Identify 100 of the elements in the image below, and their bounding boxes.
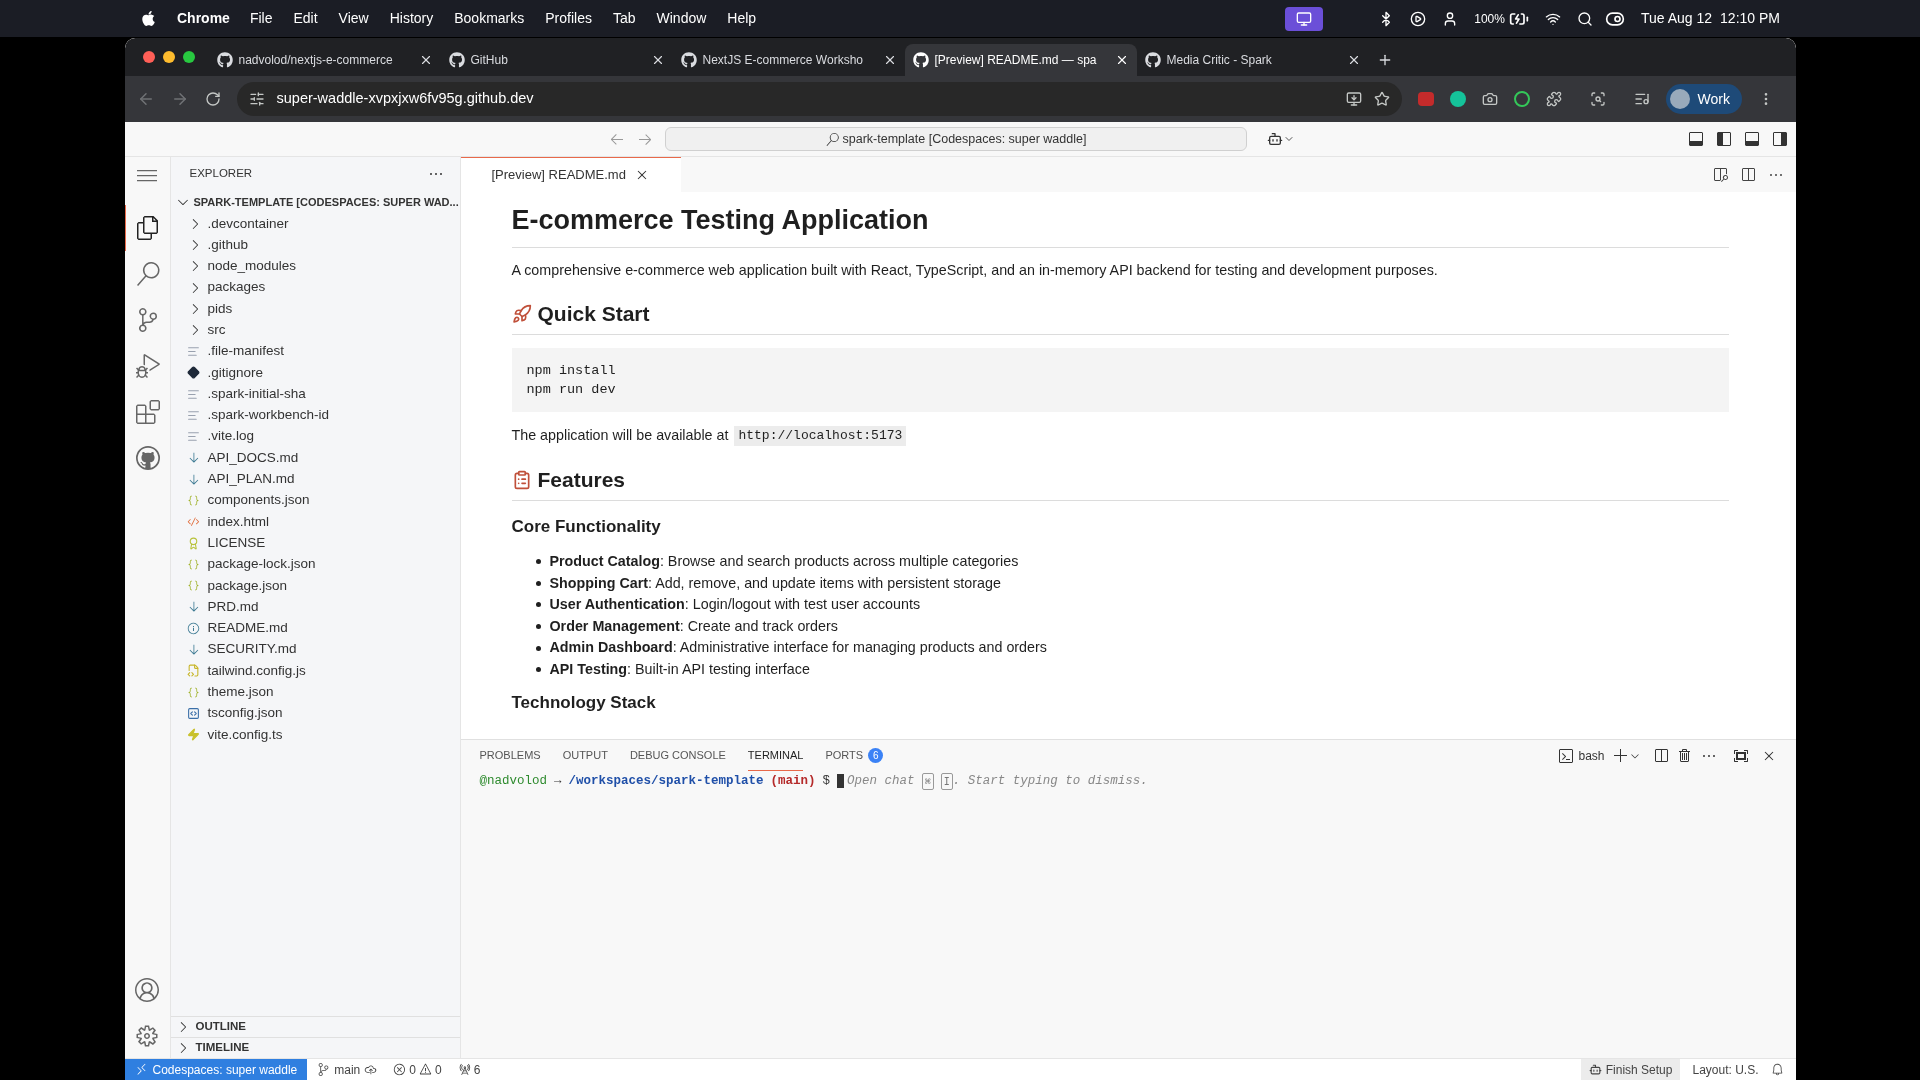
- extension-icon[interactable]: [1513, 91, 1530, 107]
- workspace-root[interactable]: SPARK-TEMPLATE [CODESPACES: SUPER WAD...: [170, 191, 460, 213]
- browser-tab[interactable]: GitHub: [440, 44, 673, 76]
- bullet-icon: [535, 667, 541, 673]
- tree-item[interactable]: index.html: [170, 511, 460, 533]
- tree-item[interactable]: PRD.md: [170, 596, 460, 618]
- github-icon: [136, 446, 160, 470]
- tree-item[interactable]: .spark-workbench-id: [170, 404, 460, 426]
- menu-item[interactable]: History: [389, 8, 434, 29]
- broadcast-icon: [457, 1063, 471, 1076]
- tree-item[interactable]: tailwind.config.js: [170, 660, 460, 682]
- browser-tab[interactable]: nadvolod/nextjs-e-commerce: [208, 44, 441, 76]
- tree-item[interactable]: README.md: [170, 617, 460, 639]
- tree-item[interactable]: API_PLAN.md: [170, 468, 460, 490]
- menu-item[interactable]: Edit: [293, 8, 318, 29]
- tree-item[interactable]: packages: [170, 276, 460, 299]
- branch-status[interactable]: main: [317, 1060, 361, 1079]
- search-icon[interactable]: [1576, 10, 1593, 27]
- add-icon[interactable]: [1612, 747, 1629, 764]
- install-icon[interactable]: [1345, 91, 1362, 107]
- bookmark-star-icon[interactable]: [1373, 91, 1390, 107]
- panel-tab[interactable]: OUTPUT: [562, 740, 608, 771]
- section-header[interactable]: OUTLINE: [170, 1016, 460, 1037]
- tree-item[interactable]: .vite.log: [170, 425, 460, 448]
- split-editor-icon[interactable]: [1739, 166, 1756, 183]
- menu-item[interactable]: Chrome: [177, 8, 230, 29]
- camera-icon[interactable]: [1481, 91, 1498, 107]
- finish-setup-button[interactable]: Finish Setup: [1580, 1059, 1681, 1080]
- browser-tab[interactable]: [Preview] README.md — spa: [904, 44, 1137, 76]
- menu-item[interactable]: File: [249, 8, 273, 29]
- editor-tab[interactable]: [Preview] README.md: [460, 157, 681, 192]
- menu-item[interactable]: Window: [656, 8, 707, 29]
- tree-item[interactable]: package-lock.json: [170, 553, 460, 576]
- terminal-profile-button[interactable]: bash: [1558, 746, 1605, 765]
- tree-item[interactable]: theme.json: [170, 681, 460, 703]
- tree-item[interactable]: .gitignore: [170, 362, 460, 384]
- address-bar[interactable]: super-waddle-xvpxjxw6fv95g.github.dev: [236, 82, 1402, 116]
- panel-tab[interactable]: DEBUG CONSOLE: [629, 740, 726, 771]
- tree-item[interactable]: LICENSE: [170, 532, 460, 554]
- ports-status[interactable]: 6: [457, 1060, 481, 1079]
- tree-item[interactable]: .file-manifest: [170, 340, 460, 363]
- apple-icon[interactable]: [140, 10, 157, 27]
- tree-item[interactable]: .devcontainer: [170, 213, 460, 235]
- github-icon: [912, 52, 929, 68]
- menu-item[interactable]: View: [338, 8, 369, 29]
- tree-item[interactable]: API_DOCS.md: [170, 447, 460, 469]
- open-source-icon[interactable]: [1711, 166, 1728, 183]
- minimize-window-icon[interactable]: [162, 51, 175, 63]
- menu-time[interactable]: 12:10 PM: [1720, 8, 1780, 29]
- maximize-icon[interactable]: [1732, 747, 1749, 764]
- extension-icon[interactable]: [1449, 91, 1466, 107]
- sync-icon[interactable]: [364, 1063, 378, 1076]
- list-item: User Authentication: Login/logout with test user accounts: [549, 595, 921, 615]
- account-icon[interactable]: [135, 978, 159, 1002]
- problems-status[interactable]: 0 0: [393, 1060, 442, 1079]
- tree-item[interactable]: src: [170, 319, 460, 341]
- remote-indicator[interactable]: Codespaces: super waddle: [124, 1059, 308, 1080]
- tree-item[interactable]: pids: [170, 298, 460, 320]
- tree-item[interactable]: node_modules: [170, 255, 460, 277]
- keyboard-layout[interactable]: Layout: U.S.: [1680, 1060, 1771, 1079]
- menu-item[interactable]: Tab: [612, 8, 636, 29]
- github-icon: [216, 52, 233, 68]
- menu-date[interactable]: Tue Aug 12: [1640, 8, 1713, 29]
- tree-item[interactable]: SECURITY.md: [170, 638, 460, 661]
- tree-item[interactable]: .github: [170, 234, 460, 256]
- tree-item[interactable]: components.json: [170, 489, 460, 512]
- command-center[interactable]: spark-template [Codespaces: super waddle]: [665, 127, 1247, 151]
- info-icon: [186, 621, 200, 635]
- sidebar-right-icon[interactable]: [1771, 131, 1788, 147]
- browser-tab[interactable]: NextJS E-commerce Worksho: [672, 44, 905, 76]
- tree-item[interactable]: tsconfig.json: [170, 702, 460, 725]
- sidebar-left-icon[interactable]: [1715, 131, 1732, 147]
- play-icon[interactable]: [1410, 10, 1427, 27]
- menu-item[interactable]: Profiles: [545, 8, 592, 29]
- close-window-icon[interactable]: [142, 51, 155, 63]
- screen-share-button[interactable]: [1285, 6, 1324, 31]
- browser-tab[interactable]: Media Critic - Spark: [1136, 44, 1369, 76]
- layout-icon[interactable]: [1687, 131, 1704, 147]
- profile-button[interactable]: Work: [1665, 84, 1742, 114]
- split-icon[interactable]: [1652, 747, 1669, 764]
- panel-toggle-icon[interactable]: [1743, 131, 1760, 147]
- settings-icon[interactable]: [135, 1024, 159, 1048]
- subheading: Core Functionality: [511, 516, 662, 539]
- menu-item[interactable]: Help: [727, 8, 757, 29]
- panel-tab[interactable]: TERMINAL: [747, 740, 804, 771]
- notifications-icon[interactable]: [1770, 1063, 1784, 1076]
- menu-item[interactable]: Bookmarks: [454, 8, 525, 29]
- reload-icon[interactable]: [204, 91, 221, 107]
- tree-item[interactable]: vite.config.ts: [170, 724, 460, 746]
- tree-item[interactable]: package.json: [170, 575, 460, 597]
- maximize-window-icon[interactable]: [182, 51, 195, 63]
- puzzle-icon[interactable]: [1545, 91, 1562, 107]
- lens-icon[interactable]: [1589, 91, 1606, 107]
- copilot-icon[interactable]: [1267, 131, 1283, 147]
- panel-tab[interactable]: PROBLEMS: [479, 740, 541, 771]
- media-icon[interactable]: [1633, 91, 1650, 107]
- trash-icon[interactable]: [1676, 747, 1693, 764]
- tree-item[interactable]: .spark-initial-sha: [170, 383, 460, 405]
- site-info-icon[interactable]: [248, 91, 265, 107]
- panel-tab[interactable]: PORTS 6: [825, 740, 884, 771]
